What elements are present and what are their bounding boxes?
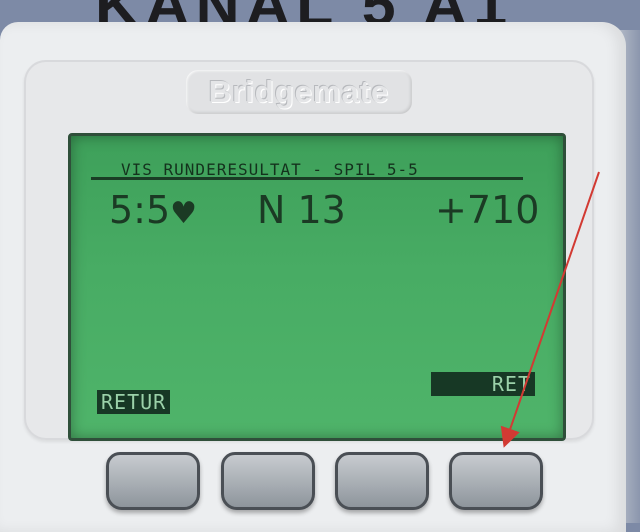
annotation-arrow [500, 171, 600, 448]
arrow-line [500, 171, 600, 448]
